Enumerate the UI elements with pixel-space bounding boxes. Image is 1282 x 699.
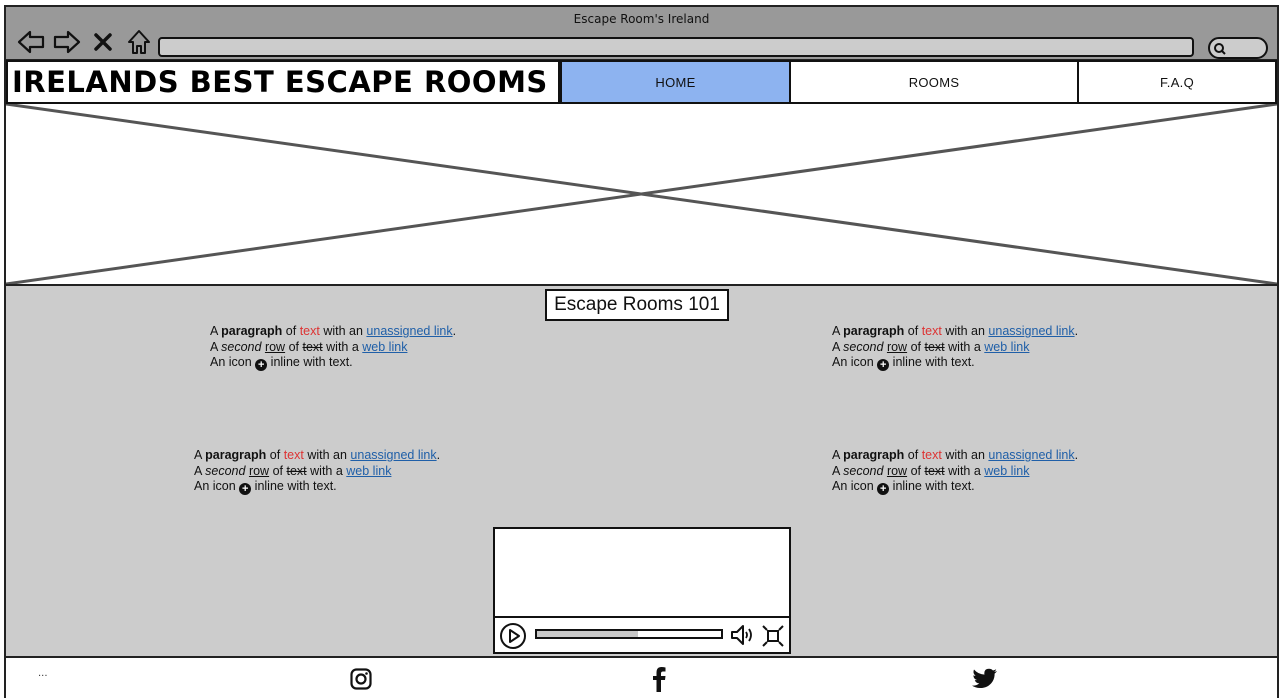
site-header: IRELANDS BEST ESCAPE ROOMS HOME ROOMS F.… <box>6 60 1277 104</box>
unassigned-link[interactable]: unassigned link <box>988 324 1074 338</box>
web-link[interactable]: web link <box>346 464 391 478</box>
video-progress-bar[interactable] <box>535 629 723 639</box>
window-title: Escape Room's Ireland <box>573 12 710 26</box>
twitter-icon[interactable] <box>972 666 998 692</box>
fullscreen-icon[interactable] <box>761 624 785 652</box>
main-content: Escape Rooms 101 A paragraph of text wit… <box>6 286 1277 656</box>
paragraph-block: A paragraph of text with an unassigned l… <box>832 324 1079 371</box>
web-link[interactable]: web link <box>362 340 407 354</box>
paragraph-block: A paragraph of text with an unassigned l… <box>210 324 457 371</box>
site-footer: ... <box>6 656 1277 698</box>
forward-arrow-icon[interactable] <box>52 29 82 55</box>
footer-text: ... <box>38 668 48 679</box>
browser-nav <box>16 29 154 55</box>
site-title[interactable]: IRELANDS BEST ESCAPE ROOMS <box>6 60 560 104</box>
plus-circle-icon: + <box>877 483 890 495</box>
nav-home[interactable]: HOME <box>560 60 791 104</box>
instagram-icon[interactable] <box>348 666 374 692</box>
browser-search[interactable] <box>1208 37 1268 59</box>
search-icon <box>1214 43 1226 55</box>
unassigned-link[interactable]: unassigned link <box>988 448 1074 462</box>
paragraph-block: A paragraph of text with an unassigned l… <box>194 448 441 495</box>
video-progress-fill <box>537 631 639 637</box>
web-link[interactable]: web link <box>984 340 1029 354</box>
facebook-icon[interactable] <box>646 666 672 692</box>
unassigned-link[interactable]: unassigned link <box>366 324 452 338</box>
web-link[interactable]: web link <box>984 464 1029 478</box>
main-nav: HOME ROOMS F.A.Q <box>560 60 1277 104</box>
video-player[interactable] <box>493 527 791 654</box>
hero-image-placeholder <box>6 104 1277 286</box>
section-title: Escape Rooms 101 <box>545 289 729 321</box>
plus-circle-icon: + <box>877 359 890 371</box>
address-bar[interactable] <box>158 37 1194 57</box>
close-icon[interactable] <box>88 29 118 55</box>
browser-window: Escape Room's Ireland IRELANDS BEST ESCA… <box>4 5 1279 698</box>
browser-chrome: Escape Room's Ireland <box>6 7 1277 61</box>
nav-faq[interactable]: F.A.Q <box>1079 60 1277 104</box>
volume-icon[interactable] <box>730 624 756 650</box>
paragraph-block: A paragraph of text with an unassigned l… <box>832 448 1079 495</box>
plus-circle-icon: + <box>239 483 252 495</box>
unassigned-link[interactable]: unassigned link <box>350 448 436 462</box>
video-controls <box>495 616 789 652</box>
play-icon[interactable] <box>499 622 527 654</box>
back-arrow-icon[interactable] <box>16 29 46 55</box>
plus-circle-icon: + <box>255 359 268 371</box>
nav-rooms[interactable]: ROOMS <box>791 60 1079 104</box>
home-icon[interactable] <box>124 29 154 55</box>
